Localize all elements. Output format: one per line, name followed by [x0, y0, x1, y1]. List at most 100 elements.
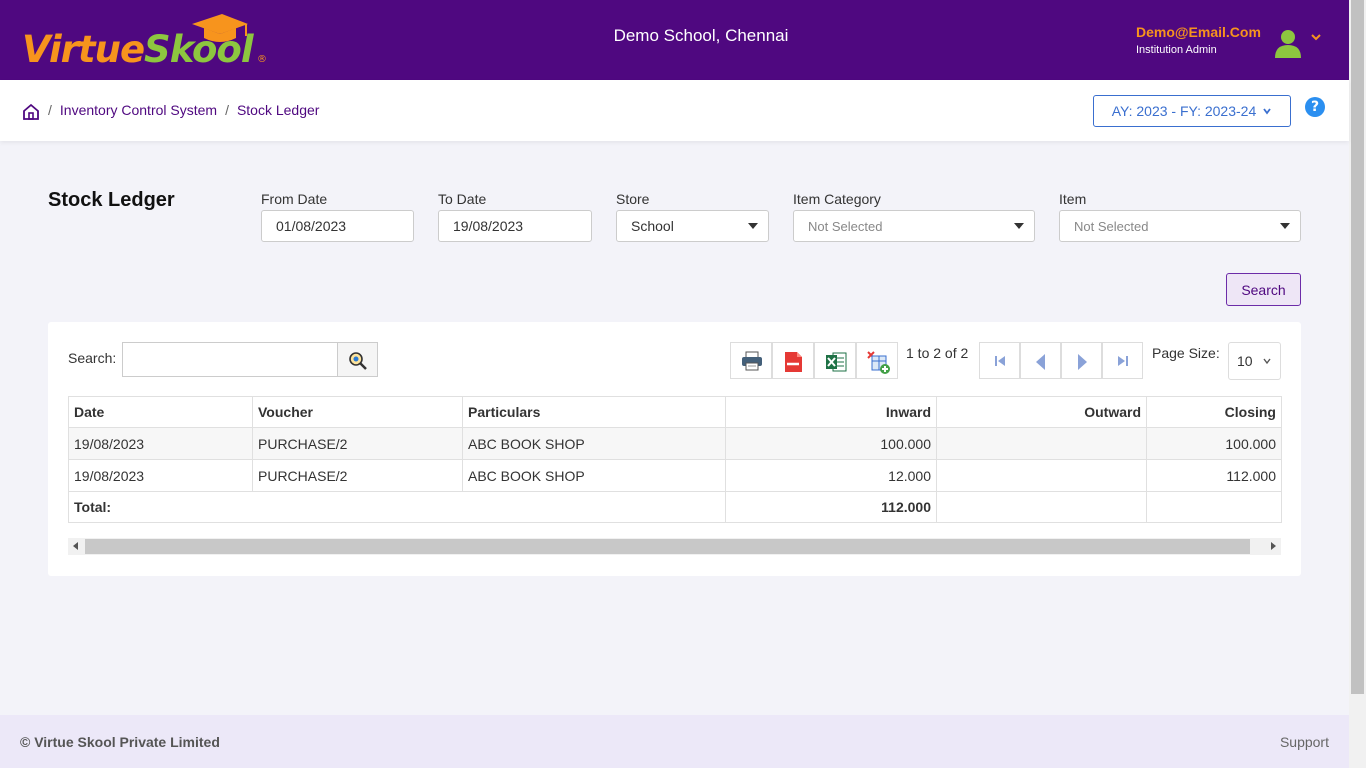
item-select[interactable]: Not Selected	[1059, 210, 1301, 242]
page-size-label: Page Size:	[1152, 345, 1220, 361]
cell-date: 19/08/2023	[68, 427, 253, 460]
breadcrumb-stock-ledger[interactable]: Stock Ledger	[237, 102, 320, 118]
home-icon[interactable]	[22, 103, 40, 121]
cell-inward: 100.000	[725, 427, 937, 460]
total-label: Total:	[68, 491, 726, 523]
virtueskool-logo[interactable]: VirtueSkool ®	[22, 14, 272, 71]
excel-icon	[826, 352, 847, 372]
first-page-icon	[995, 356, 1005, 366]
total-closing	[1146, 491, 1282, 523]
chevron-down-icon[interactable]	[1310, 31, 1322, 43]
breadcrumb-bar: / Inventory Control System / Stock Ledge…	[0, 80, 1349, 141]
printer-icon	[742, 351, 762, 371]
logo-text-virtue: Virtue	[22, 28, 145, 71]
from-date-input[interactable]: 01/08/2023	[261, 210, 414, 242]
breadcrumb-inventory[interactable]: Inventory Control System	[60, 102, 217, 118]
help-icon[interactable]: ?	[1305, 97, 1325, 117]
table-row[interactable]: 19/08/2023 PURCHASE/2 ABC BOOK SHOP 12.0…	[68, 459, 1282, 492]
column-header-closing[interactable]: Closing	[1146, 396, 1282, 428]
store-label: Store	[616, 191, 650, 207]
column-header-inward[interactable]: Inward	[725, 396, 937, 428]
user-email[interactable]: Demo@Email.Com	[1136, 24, 1261, 40]
footer: © Virtue Skool Private Limited Support	[0, 715, 1349, 768]
column-header-voucher[interactable]: Voucher	[252, 396, 463, 428]
vertical-scrollbar[interactable]	[1349, 0, 1366, 768]
top-header: VirtueSkool ® Demo School, Chennai Demo@…	[0, 0, 1349, 80]
last-page-icon	[1118, 356, 1128, 366]
grid-search-input[interactable]	[122, 342, 338, 377]
cell-date: 19/08/2023	[68, 459, 253, 492]
grid-search-button[interactable]	[337, 342, 378, 377]
store-select[interactable]: School	[616, 210, 769, 242]
logo-registered-mark: ®	[257, 54, 267, 65]
horizontal-scrollbar-thumb[interactable]	[85, 539, 1250, 554]
breadcrumb-separator: /	[225, 102, 229, 118]
caret-down-icon	[1014, 223, 1024, 229]
scroll-left-icon[interactable]	[73, 542, 78, 550]
chevron-left-icon	[1036, 354, 1045, 370]
column-chooser-button[interactable]	[856, 342, 898, 379]
export-pdf-button[interactable]	[772, 342, 814, 379]
caret-down-icon	[748, 223, 758, 229]
scroll-right-icon[interactable]	[1271, 542, 1276, 550]
grid-search-label: Search:	[68, 350, 117, 366]
cell-inward: 12.000	[725, 459, 937, 492]
store-value: School	[631, 218, 674, 234]
page-info: 1 to 2 of 2	[906, 345, 969, 361]
chevron-down-icon	[1263, 108, 1271, 115]
print-button[interactable]	[730, 342, 772, 379]
support-link[interactable]: Support	[1280, 734, 1329, 750]
cell-particulars: ABC BOOK SHOP	[462, 427, 726, 460]
page-size-select[interactable]: 10	[1228, 342, 1281, 380]
stock-ledger-table: Date Voucher Particulars Inward Outward …	[68, 396, 1282, 523]
item-category-value: Not Selected	[808, 218, 883, 234]
caret-down-icon	[1280, 223, 1290, 229]
user-role: Institution Admin	[1136, 44, 1217, 56]
stock-ledger-card: Search: 1 to 2 of 2 Page Size: 10 Date V…	[48, 322, 1301, 576]
logo-text-skool: Skool	[144, 28, 253, 71]
academic-year-value: AY: 2023 - FY: 2023-24	[1111, 103, 1257, 119]
export-excel-button[interactable]	[814, 342, 856, 379]
user-avatar-icon[interactable]	[1274, 28, 1302, 58]
from-date-label: From Date	[261, 191, 328, 207]
item-category-select[interactable]: Not Selected	[793, 210, 1035, 242]
copyright-text: © Virtue Skool Private Limited	[20, 734, 220, 750]
cell-voucher: PURCHASE/2	[252, 459, 463, 492]
table-header-row: Date Voucher Particulars Inward Outward …	[68, 396, 1282, 428]
table-total-row: Total: 112.000	[68, 491, 1282, 523]
search-button[interactable]: Search	[1226, 273, 1301, 306]
to-date-label: To Date	[438, 191, 487, 207]
search-icon	[349, 352, 367, 370]
total-outward	[936, 491, 1147, 523]
cell-voucher: PURCHASE/2	[252, 427, 463, 460]
column-header-date[interactable]: Date	[68, 396, 253, 428]
total-inward: 112.000	[725, 491, 937, 523]
previous-page-button[interactable]	[1020, 342, 1061, 379]
school-name: Demo School, Chennai	[613, 26, 789, 45]
breadcrumb-separator: /	[48, 102, 52, 118]
column-header-particulars[interactable]: Particulars	[462, 396, 726, 428]
scrollbar-thumb[interactable]	[1351, 0, 1364, 694]
cell-outward	[936, 427, 1147, 460]
table-add-icon	[867, 351, 890, 374]
chevron-right-icon	[1078, 354, 1087, 370]
cell-particulars: ABC BOOK SHOP	[462, 459, 726, 492]
horizontal-scrollbar[interactable]	[68, 538, 1281, 555]
item-value: Not Selected	[1074, 218, 1149, 234]
to-date-input[interactable]: 19/08/2023	[438, 210, 592, 242]
page-title: Stock Ledger	[48, 189, 175, 211]
item-label: Item	[1059, 191, 1087, 207]
cell-closing: 112.000	[1146, 459, 1282, 492]
academic-year-select[interactable]: AY: 2023 - FY: 2023-24	[1093, 95, 1291, 127]
next-page-button[interactable]	[1061, 342, 1102, 379]
chevron-down-icon	[1263, 358, 1271, 365]
cell-closing: 100.000	[1146, 427, 1282, 460]
table-row[interactable]: 19/08/2023 PURCHASE/2 ABC BOOK SHOP 100.…	[68, 427, 1282, 460]
breadcrumb: / Inventory Control System / Stock Ledge…	[48, 102, 319, 118]
first-page-button[interactable]	[979, 342, 1020, 379]
page-size-value: 10	[1237, 353, 1253, 369]
column-header-outward[interactable]: Outward	[936, 396, 1147, 428]
last-page-button[interactable]	[1102, 342, 1143, 379]
pdf-icon	[785, 352, 802, 372]
cell-outward	[936, 459, 1147, 492]
